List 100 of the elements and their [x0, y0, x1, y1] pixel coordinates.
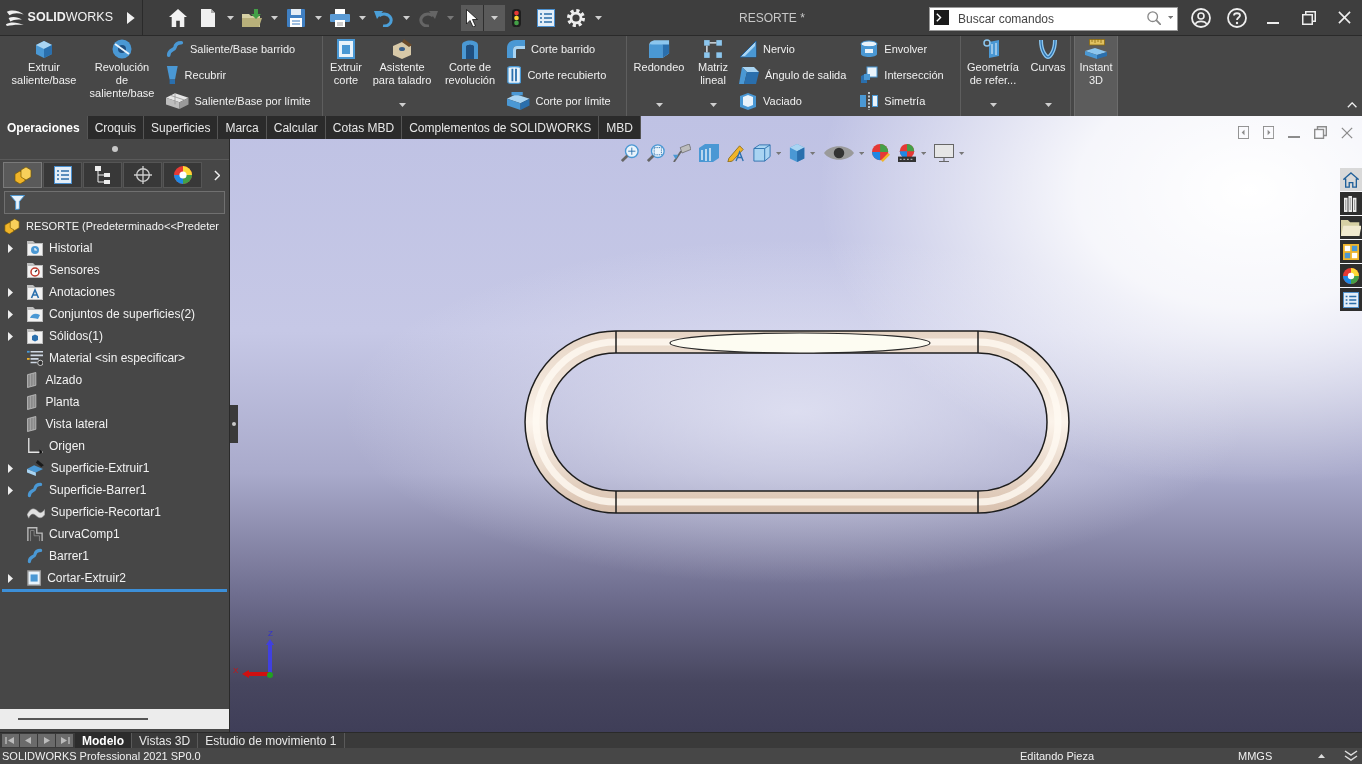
help-icon[interactable] [1227, 7, 1247, 28]
tree-item[interactable]: Material <sin especificar> [27, 347, 186, 369]
restore-icon[interactable] [1302, 10, 1316, 25]
home-icon [1343, 171, 1359, 188]
triangle-up-icon[interactable] [1317, 754, 1325, 758]
command-button[interactable]: Geometría de refer... [961, 36, 1025, 116]
task-pane-tab[interactable] [1340, 240, 1362, 263]
chevron-right-icon[interactable] [213, 169, 220, 181]
tree-item[interactable]: Vista lateral [27, 413, 108, 435]
panel-left-icon[interactable] [1237, 126, 1249, 139]
tree-item[interactable]: Superficie-Barrer1 [27, 479, 147, 501]
command-button[interactable]: Corte de revolución [437, 36, 503, 116]
expand-arrow-icon[interactable] [8, 331, 13, 341]
dropdown-button[interactable] [483, 4, 505, 31]
tree-item[interactable]: Superficie-Extruir1 [27, 457, 150, 479]
expand-arrow-icon[interactable] [8, 309, 13, 319]
select-button[interactable] [461, 4, 483, 31]
sphere-on-floor-icon[interactable] [898, 144, 917, 162]
expand-arrow-icon[interactable] [8, 243, 13, 253]
tree-item[interactable]: RESORTE (Predeterminado<<Predeter [4, 215, 219, 237]
command-button[interactable]: Extruir corte [325, 36, 367, 116]
caret-icon[interactable] [858, 151, 865, 155]
caret-icon[interactable] [776, 151, 782, 155]
task-pane-tab[interactable] [1340, 216, 1362, 239]
tree-item[interactable]: Superficie-Recortar1 [27, 501, 161, 523]
caret-icon[interactable] [959, 151, 965, 155]
command-button[interactable]: Revolución de saliente/base [86, 36, 158, 116]
command-button[interactable]: Envolver [858, 36, 946, 62]
chevron-up-icon[interactable] [1346, 102, 1357, 108]
panel-tab[interactable] [123, 162, 162, 188]
command-tab[interactable]: Calcular [266, 116, 326, 139]
undo-arrow-icon [374, 8, 394, 27]
tree-item[interactable]: Sensores [27, 259, 100, 281]
command-tab[interactable]: Cotas MBD [325, 116, 403, 139]
splitter-handle[interactable] [230, 405, 238, 443]
task-pane-tab[interactable] [1340, 264, 1362, 287]
tree-item[interactable]: Origen [27, 435, 86, 457]
command-tab[interactable]: Croquis [87, 116, 145, 139]
pencil-letter-icon[interactable] [727, 144, 745, 162]
command-button[interactable]: Corte por límite [505, 88, 613, 114]
command-button[interactable]: Asistente para taladro [369, 36, 435, 116]
units-text[interactable]: MMGS [1238, 747, 1316, 764]
tree-item[interactable]: Barrer1 [27, 545, 89, 567]
command-button[interactable]: Matriz lineal [691, 36, 735, 116]
tree-item[interactable]: Conjuntos de superficies(2) [27, 303, 196, 325]
minimize-icon[interactable] [1267, 21, 1279, 24]
instant-3d-button[interactable]: Instant 3D [1074, 36, 1118, 116]
command-tab[interactable]: Complementos de SOLIDWORKS [402, 116, 600, 139]
command-tab[interactable]: MBD [599, 116, 641, 139]
command-tab[interactable]: Superficies [144, 116, 219, 139]
caret-icon[interactable] [1167, 16, 1173, 19]
tree-item[interactable]: CurvaComp1 [27, 523, 120, 545]
expand-arrow-icon[interactable] [8, 287, 13, 297]
command-tab[interactable]: Marca [218, 116, 267, 139]
magnifier-icon[interactable] [621, 144, 639, 162]
task-pane-tab[interactable] [1340, 288, 1362, 311]
search-field[interactable]: Buscar comandos [929, 6, 1178, 31]
tree-item[interactable]: Cortar-Extruir2 [27, 567, 126, 589]
caret-icon[interactable] [921, 151, 927, 155]
chevrons-down-icon[interactable] [1344, 750, 1358, 762]
command-button[interactable]: Intersección [858, 62, 946, 88]
cube-icon[interactable] [753, 144, 771, 162]
command-button[interactable]: Redondeo [629, 36, 689, 116]
scrollbar-thumb[interactable] [18, 718, 148, 720]
command-button[interactable]: Ángulo de salida [737, 62, 849, 88]
sphere-pencil-icon[interactable] [872, 144, 891, 162]
eye-icon[interactable] [823, 144, 854, 162]
command-button[interactable]: Extruir saliente/base [8, 36, 80, 116]
tree-item[interactable]: Alzado [27, 369, 83, 391]
play-triangle-icon[interactable] [127, 11, 135, 24]
expand-arrow-icon[interactable] [8, 463, 13, 473]
command-button[interactable]: Simetría [858, 88, 946, 114]
tree-item[interactable]: Historial [27, 237, 93, 259]
tree-item[interactable]: Sólidos(1) [27, 325, 104, 347]
task-pane-tab[interactable] [1340, 192, 1362, 215]
tree-item[interactable]: Planta [27, 391, 80, 413]
user-icon[interactable] [1191, 7, 1211, 28]
panel-tab[interactable] [163, 162, 202, 188]
search-icon[interactable] [1147, 10, 1161, 25]
command-button[interactable]: Corte recubierto [505, 62, 613, 88]
expand-arrow-icon[interactable] [8, 573, 13, 583]
command-button[interactable]: Recubrir [164, 62, 313, 88]
command-button[interactable]: Corte barrido [505, 36, 613, 62]
shaded-cube-icon[interactable] [789, 144, 806, 162]
panel-tab[interactable] [43, 162, 82, 188]
panel-tab[interactable] [83, 162, 122, 188]
command-button[interactable]: Saliente/Base por límite [164, 88, 313, 114]
command-button[interactable]: Saliente/Base barrido [164, 36, 313, 62]
panel-right-icon[interactable] [1262, 126, 1274, 139]
bottom-tab[interactable]: Modelo [75, 733, 132, 748]
filter-field[interactable] [4, 191, 225, 214]
expand-arrow-icon[interactable] [8, 485, 13, 495]
telescope-icon[interactable] [673, 144, 691, 162]
grip-dot-icon[interactable] [111, 146, 118, 152]
caret-icon[interactable] [810, 151, 816, 155]
command-button[interactable]: Vaciado [737, 88, 849, 114]
tree-item[interactable]: Anotaciones [27, 281, 116, 303]
monitor-icon[interactable] [934, 144, 955, 162]
command-button[interactable]: Curvas [1027, 36, 1069, 116]
command-button[interactable]: Nervio [737, 36, 849, 62]
